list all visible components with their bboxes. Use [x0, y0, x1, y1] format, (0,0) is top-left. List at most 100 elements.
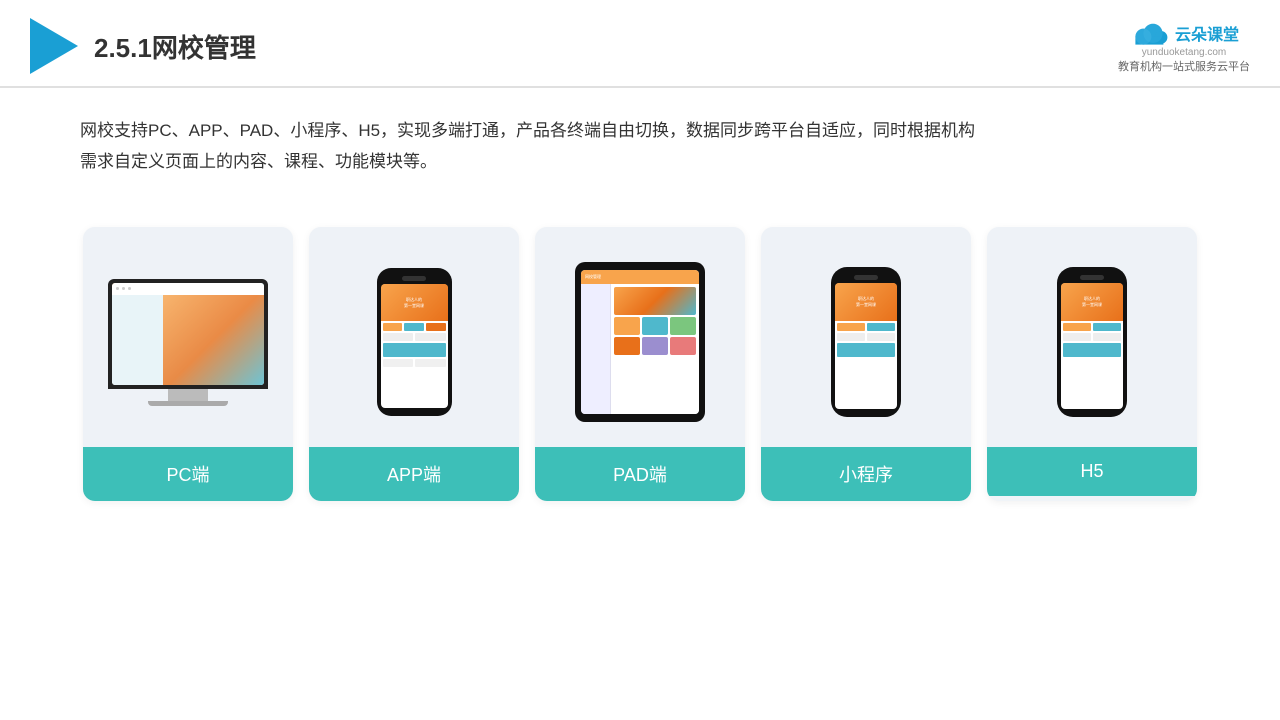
- phone-screen-header-h5: 职达人的第一堂网课: [1061, 283, 1123, 321]
- tablet-mini-2: [642, 317, 668, 335]
- pc-nav-dot: [116, 287, 119, 290]
- phone-block-6: [383, 343, 446, 357]
- phone-notch-app: [402, 276, 426, 281]
- pc-mockup: [108, 279, 268, 406]
- phone-screen-h5: 职达人的第一堂网课: [1061, 283, 1123, 409]
- phone-mini-row-1: [837, 323, 895, 331]
- card-pc-image: [83, 227, 293, 447]
- tablet-cards: [614, 317, 696, 355]
- phone-h5-row-1: [1063, 323, 1121, 331]
- cloud-icon: [1129, 19, 1169, 47]
- phone-header-text-h5: 职达人的第一堂网课: [1082, 296, 1102, 307]
- tablet-mini-3: [670, 317, 696, 335]
- phone-mockup-h5: 职达人的第一堂网课: [1057, 267, 1127, 417]
- card-pad: 网校管理: [535, 227, 745, 501]
- phone-mini-row-2: [837, 333, 895, 341]
- card-h5: 职达人的第一堂网课: [987, 227, 1197, 501]
- pc-stand: [168, 389, 208, 401]
- phone-block-5: [415, 333, 446, 341]
- brand-tagline: 教育机构一站式服务云平台: [1118, 58, 1250, 74]
- phone-screen-body-h5: [1061, 321, 1123, 359]
- brand-name: 云朵课堂: [1175, 21, 1239, 45]
- phone-screen-header-mini: 职达人的第一堂网课: [835, 283, 897, 321]
- tablet-mini-1: [614, 317, 640, 335]
- card-pad-image: 网校管理: [535, 227, 745, 447]
- phone-screen-mini: 职达人的第一堂网课: [835, 283, 897, 409]
- card-miniprogram-label: 小程序: [761, 447, 971, 501]
- header-left: 2.5.1网校管理: [30, 18, 256, 74]
- phone-h5-block-2: [1093, 323, 1121, 331]
- tablet-mini-5: [642, 337, 668, 355]
- phone-block-4: [383, 333, 414, 341]
- phone-screen-body-mini: [835, 321, 897, 359]
- tablet-body: [581, 284, 699, 414]
- phone-block-2: [404, 323, 424, 331]
- phone-block-7: [383, 359, 414, 367]
- phone-block-1: [383, 323, 403, 331]
- card-pad-label: PAD端: [535, 447, 745, 501]
- phone-row-1: [383, 323, 446, 331]
- phone-block-8: [415, 359, 446, 367]
- brand-logo: 云朵课堂: [1129, 19, 1239, 47]
- card-h5-label: H5: [987, 447, 1197, 496]
- pc-screen-outer: [108, 279, 268, 389]
- brand-url: yunduoketang.com: [1142, 47, 1227, 58]
- tablet-nav: 网校管理: [581, 270, 699, 284]
- phone-h5-row-2: [1063, 333, 1121, 341]
- phone-h5-block-4: [1093, 333, 1121, 341]
- card-miniprogram-image: 职达人的第一堂网课: [761, 227, 971, 447]
- card-h5-image: 职达人的第一堂网课: [987, 227, 1197, 447]
- phone-row-2: [383, 333, 446, 341]
- description-text: 网校支持PC、APP、PAD、小程序、H5，实现多端打通，产品各终端自由切换，数…: [80, 116, 1200, 177]
- phone-screen-body-app: [381, 321, 448, 369]
- logo-triangle-icon: [30, 18, 78, 74]
- phone-screen-header-app: 职达人的第一堂网课: [381, 284, 448, 321]
- card-app: 职达人的第一堂网课: [309, 227, 519, 501]
- pc-nav: [112, 283, 264, 295]
- phone-row-3: [383, 343, 446, 357]
- pc-main: [163, 295, 264, 385]
- description: 网校支持PC、APP、PAD、小程序、H5，实现多端打通，产品各终端自由切换，数…: [0, 88, 1280, 187]
- tablet-banner: [614, 287, 696, 315]
- card-app-label: APP端: [309, 447, 519, 501]
- tablet-mockup: 网校管理: [575, 262, 705, 422]
- phone-h5-row-3: [1063, 343, 1121, 357]
- phone-notch-h5: [1080, 275, 1104, 280]
- tablet-sidebar: [581, 284, 611, 414]
- phone-mini-block-4: [867, 333, 895, 341]
- tablet-mini-6: [670, 337, 696, 355]
- phone-screen-app: 职达人的第一堂网课: [381, 284, 448, 408]
- pc-body: [112, 295, 264, 385]
- header: 2.5.1网校管理 云朵课堂 yunduoketang.com 教育机构一站式服…: [0, 0, 1280, 88]
- phone-mockup-mini: 职达人的第一堂网课: [831, 267, 901, 417]
- cards-container: PC端 职达人的第一堂网课: [0, 197, 1280, 521]
- tablet-nav-text: 网校管理: [585, 274, 601, 280]
- phone-mini-block-3: [837, 333, 865, 341]
- card-pc-label: PC端: [83, 447, 293, 501]
- pc-screen-content: [112, 283, 264, 385]
- pc-nav-dot-3: [128, 287, 131, 290]
- phone-mini-row-3: [837, 343, 895, 357]
- header-right: 云朵课堂 yunduoketang.com 教育机构一站式服务云平台: [1118, 19, 1250, 74]
- phone-header-text-mini: 职达人的第一堂网课: [856, 296, 876, 307]
- phone-h5-block-5: [1063, 343, 1121, 357]
- tablet-mini-4: [614, 337, 640, 355]
- phone-mockup-app: 职达人的第一堂网课: [377, 268, 452, 416]
- tablet-main: [611, 284, 699, 414]
- card-pc: PC端: [83, 227, 293, 501]
- phone-mini-block-5: [837, 343, 895, 357]
- page-title: 2.5.1网校管理: [94, 28, 256, 65]
- phone-header-text-app: 职达人的第一堂网课: [404, 297, 424, 308]
- pc-base: [148, 401, 228, 406]
- pc-screen-inner: [112, 283, 264, 385]
- phone-mini-block-2: [867, 323, 895, 331]
- phone-row-4: [383, 359, 446, 367]
- phone-mini-block-1: [837, 323, 865, 331]
- phone-h5-block-1: [1063, 323, 1091, 331]
- tablet-screen: 网校管理: [581, 270, 699, 414]
- phone-notch-mini: [854, 275, 878, 280]
- card-app-image: 职达人的第一堂网课: [309, 227, 519, 447]
- card-miniprogram: 职达人的第一堂网课: [761, 227, 971, 501]
- phone-h5-block-3: [1063, 333, 1091, 341]
- pc-nav-dot-2: [122, 287, 125, 290]
